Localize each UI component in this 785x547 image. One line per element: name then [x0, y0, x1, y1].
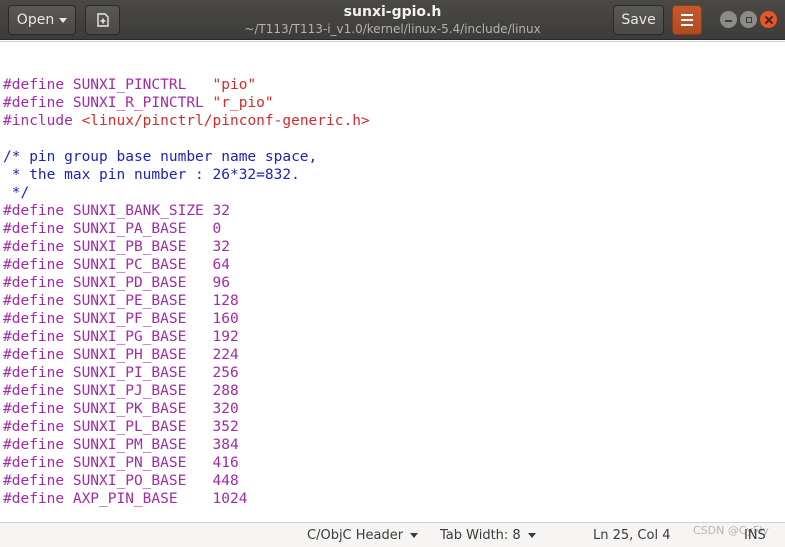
code-line: #define SUNXI_PG_BASE 192 [3, 328, 370, 346]
code-line: #define SUNXI_PL_BASE 352 [3, 418, 370, 436]
status-bar: C/ObjC Header Tab Width: 8 Ln 25, Col 4 … [0, 522, 785, 547]
code-line: #define SUNXI_PF_BASE 160 [3, 310, 370, 328]
define-line-text: #define SUNXI_PN_BASE 416 [3, 455, 239, 471]
code-view[interactable]: #define SUNXI_PINCTRL "pio" #define SUNXI… [3, 58, 370, 522]
title-area: sunxi-gpio.h ~/T113/T113-i_v1.0/kernel/l… [200, 3, 585, 37]
comment-text: */ [3, 185, 30, 201]
code-line: #define SUNXI_PINCTRL "pio" [3, 76, 370, 94]
minimize-icon [725, 20, 732, 22]
code-line: #define SUNXI_PH_BASE 224 [3, 346, 370, 364]
define-line-text: #define SUNXI_PH_BASE 224 [3, 347, 239, 363]
macro-name: SUNXI_PINCTRL [64, 77, 213, 93]
code-line: #define SUNXI_PJ_BASE 288 [3, 382, 370, 400]
text-editor-area[interactable]: #define SUNXI_PINCTRL "pio" #define SUNXI… [0, 41, 785, 522]
code-line: #define SUNXI_PC_BASE 64 [3, 256, 370, 274]
define-line-text: #define SUNXI_PJ_BASE 288 [3, 383, 239, 399]
preprocessor-keyword: #include [3, 113, 73, 129]
code-line: */ [3, 184, 370, 202]
editor-divider [0, 41, 785, 42]
window-subtitle-path: ~/T113/T113-i_v1.0/kernel/linux-5.4/incl… [244, 22, 541, 36]
close-icon [764, 15, 773, 24]
cursor-position-label: Ln 25, Col 4 [593, 528, 671, 543]
macro-name [73, 113, 82, 129]
code-line: #define AXP_PIN_BASE 1024 [3, 490, 370, 508]
maximize-button[interactable] [740, 11, 757, 28]
macro-name: SUNXI_R_PINCTRL [64, 95, 213, 111]
string-literal: "pio" [212, 77, 257, 93]
code-line: #define SUNXI_PK_BASE 320 [3, 400, 370, 418]
language-label: C/ObjC Header [307, 528, 404, 543]
comment-text: * the max pin number : 26*32=832. [3, 167, 300, 183]
code-line: #define SUNXI_R_PINCTRL "r_pio" [3, 94, 370, 112]
code-line: #define SUNXI_PM_BASE 384 [3, 436, 370, 454]
preprocessor-keyword: #define [3, 95, 65, 111]
insert-mode-indicator[interactable]: INS [744, 527, 766, 544]
define-line-text: #define SUNXI_PL_BASE 352 [3, 419, 239, 435]
gedit-window: Open sunxi-gpio.h ~/T113/T113-i_v1.0/ker… [0, 0, 785, 547]
define-line-text: #define SUNXI_PO_BASE 448 [3, 473, 239, 489]
close-button[interactable] [760, 11, 777, 28]
new-document-icon [96, 13, 109, 27]
define-line-text: #define AXP_PIN_BASE 1024 [3, 491, 248, 507]
comment-text: /* pin group base number name space, [3, 149, 318, 165]
open-button-label: Open [16, 12, 55, 28]
header-bar: Open sunxi-gpio.h ~/T113/T113-i_v1.0/ker… [0, 0, 785, 40]
define-line-text: #define SUNXI_PK_BASE 320 [3, 401, 239, 417]
hamburger-menu-button[interactable] [672, 5, 702, 35]
define-line-text: #define SUNXI_PD_BASE 96 [3, 275, 230, 291]
code-line: #define SUNXI_PE_BASE 128 [3, 292, 370, 310]
code-line: * the max pin number : 26*32=832. [3, 166, 370, 184]
code-line: #include <linux/pinctrl/pinconf-generic.… [3, 112, 370, 130]
code-line: #define SUNXI_PB_BASE 32 [3, 238, 370, 256]
save-button-label: Save [621, 12, 656, 28]
tab-width-label: Tab Width: 8 [440, 528, 521, 543]
code-line: #define SUNXI_PA_BASE 0 [3, 220, 370, 238]
define-line-text: #define SUNXI_PE_BASE 128 [3, 293, 239, 309]
code-line: #define SUNXI_PN_BASE 416 [3, 454, 370, 472]
define-line-text: #define SUNXI_PM_BASE 384 [3, 437, 239, 453]
maximize-icon [745, 16, 752, 23]
chevron-down-icon [59, 17, 68, 23]
define-line-text: #define SUNXI_PG_BASE 192 [3, 329, 239, 345]
code-line: #define SUNXI_PI_BASE 256 [3, 364, 370, 382]
tab-width-selector[interactable]: Tab Width: 8 [440, 527, 536, 544]
string-literal: <linux/pinctrl/pinconf-generic.h> [81, 113, 370, 129]
code-line: #define SUNXI_PO_BASE 448 [3, 472, 370, 490]
language-selector[interactable]: C/ObjC Header [307, 527, 419, 544]
insert-mode-label: INS [744, 528, 766, 543]
hamburger-icon [681, 14, 693, 26]
window-title: sunxi-gpio.h [343, 4, 442, 20]
chevron-down-icon [527, 533, 536, 538]
cursor-position[interactable]: Ln 25, Col 4 [593, 527, 670, 544]
code-line: /* pin group base number name space, [3, 148, 370, 166]
define-line-text: #define SUNXI_PI_BASE 256 [3, 365, 239, 381]
save-button[interactable]: Save [613, 5, 664, 35]
code-line: #define SUNXI_PD_BASE 96 [3, 274, 370, 292]
define-line-text: #define SUNXI_PB_BASE 32 [3, 239, 230, 255]
define-line-text: #define SUNXI_PC_BASE 64 [3, 257, 230, 273]
chevron-down-icon [410, 533, 419, 538]
open-button[interactable]: Open [8, 5, 76, 35]
define-line-text: #define SUNXI_PF_BASE 160 [3, 311, 239, 327]
new-document-button[interactable] [85, 5, 120, 35]
code-line: #define SUNXI_BANK_SIZE 32 [3, 202, 370, 220]
define-line-text: #define SUNXI_PA_BASE 0 [3, 221, 222, 237]
minimize-button[interactable] [720, 11, 737, 28]
preprocessor-keyword: #define [3, 77, 65, 93]
string-literal: "r_pio" [212, 95, 274, 111]
define-line-text: #define SUNXI_BANK_SIZE 32 [3, 203, 230, 219]
